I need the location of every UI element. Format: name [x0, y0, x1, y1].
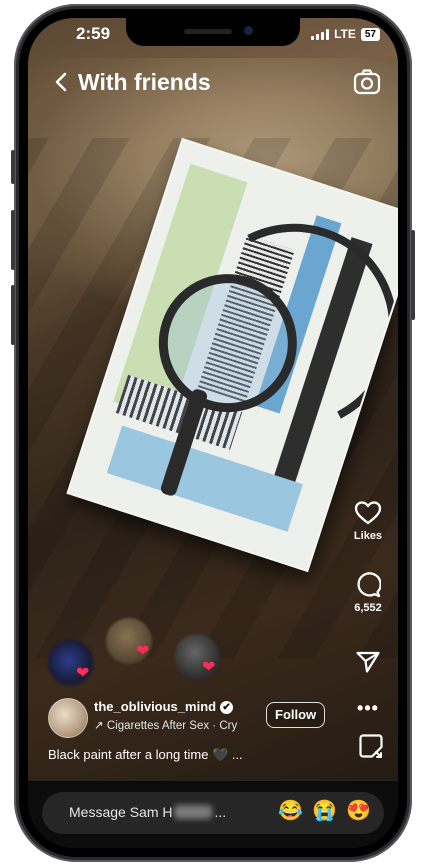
notch [126, 18, 300, 46]
like-action[interactable]: Likes [338, 500, 398, 542]
heart-icon: ❤ [136, 643, 150, 660]
comments-count: 6,552 [354, 602, 382, 614]
signal-icon [311, 28, 330, 40]
reel-screen[interactable]: 2:59 LTE 57 With friends Likes 6,552 •••… [28, 18, 398, 848]
crying-emoji-button[interactable]: 😭 [312, 801, 337, 821]
likes-label: Likes [353, 530, 383, 542]
author-row: the_oblivious_mind ✔ ↗ Cigarettes After S… [48, 698, 348, 738]
camera-icon[interactable] [352, 68, 382, 96]
volume-down-button [11, 285, 15, 345]
heart-icon[interactable] [354, 500, 382, 526]
redacted-name [174, 805, 213, 819]
send-icon[interactable] [355, 650, 381, 674]
placeholder-suffix: ... [214, 804, 227, 820]
status-indicators: LTE 57 [311, 27, 380, 41]
verified-icon: ✔ [220, 701, 234, 714]
sticker-reply-icon[interactable] [358, 733, 384, 759]
laughing-emoji-button[interactable]: 😂 [278, 801, 303, 821]
volume-up-button [11, 210, 15, 270]
heart-icon: ❤ [76, 665, 90, 682]
audio-track[interactable]: ↗ Cigarettes After Sex · Cry [94, 718, 237, 732]
heart-eyes-emoji-button[interactable]: 😍 [346, 801, 371, 821]
message-placeholder: Message Sam H... [69, 804, 226, 820]
avatar[interactable] [48, 698, 88, 738]
power-button [411, 230, 415, 320]
comment-icon[interactable] [355, 572, 381, 598]
share-action[interactable] [338, 650, 398, 674]
page-title: With friends [78, 69, 211, 95]
username-text: the_oblivious_mind [94, 699, 217, 714]
music-arrow-icon: ↗ [94, 720, 104, 732]
friend-reactions: ❤ ❤ ❤ [48, 618, 248, 686]
reel-header: With friends [28, 64, 398, 100]
battery-level: 57 [364, 28, 376, 40]
back-chevron-icon[interactable] [48, 68, 76, 96]
network-label: LTE [334, 27, 356, 41]
comment-action[interactable]: 6,552 [338, 572, 398, 614]
message-input[interactable]: Message Sam H... 😂 😭 😍 [42, 792, 384, 834]
follow-button[interactable]: Follow [266, 702, 326, 728]
placeholder-prefix: Message Sam H [69, 804, 173, 820]
composer-bar: Message Sam H... 😂 😭 😍 [28, 780, 398, 848]
status-time: 2:59 [76, 24, 111, 43]
song-title: Cigarettes After Sex · Cry [106, 720, 238, 732]
mute-switch [11, 150, 15, 184]
battery-icon: 57 [360, 27, 380, 41]
username[interactable]: the_oblivious_mind ✔ [94, 699, 234, 714]
post-caption[interactable]: Black paint after a long time 🖤 ... [48, 747, 243, 763]
heart-icon: ❤ [202, 659, 216, 676]
